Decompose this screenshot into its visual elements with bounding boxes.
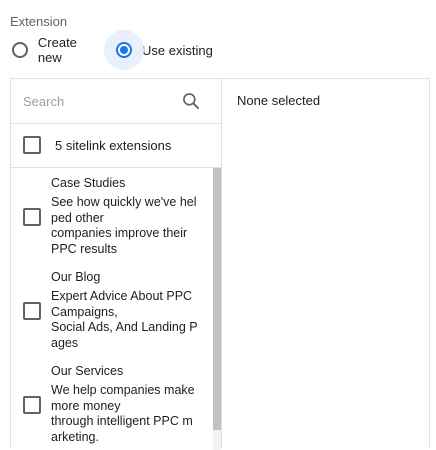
list-item[interactable]: Case Studies See how quickly we've hel p… bbox=[11, 168, 221, 262]
extension-label: Extension bbox=[10, 14, 68, 29]
select-all-row[interactable]: 5 sitelink extensions bbox=[11, 123, 221, 168]
list-item-description: See how quickly we've hel ped other comp… bbox=[51, 195, 197, 256]
list-item-title: Case Studies bbox=[51, 176, 126, 190]
list-item-description: We help companies make more money throug… bbox=[51, 383, 195, 444]
list-item[interactable]: Our Services We help companies make more… bbox=[11, 356, 221, 450]
radio-use-existing-control[interactable] bbox=[104, 30, 144, 70]
sitelink-picker-panel: 5 sitelink extensions Case Studies See h… bbox=[10, 78, 430, 450]
list-item-title: Our Blog bbox=[51, 270, 101, 284]
scrollbar-thumb[interactable] bbox=[213, 168, 221, 430]
select-all-label: 5 sitelink extensions bbox=[55, 137, 172, 153]
radio-create-new-control[interactable] bbox=[10, 40, 30, 60]
radio-use-existing-label: Use existing bbox=[142, 42, 213, 58]
list-item-description: Expert Advice About PPC Campaigns, Socia… bbox=[51, 289, 198, 350]
list-item-checkbox[interactable] bbox=[23, 302, 41, 320]
search-input[interactable] bbox=[23, 91, 173, 111]
list-item-checkbox[interactable] bbox=[23, 396, 41, 414]
radio-create-new-label: Create new bbox=[37, 35, 77, 65]
selected-list-column: None selected bbox=[222, 79, 429, 449]
sitelink-list: Case Studies See how quickly we've hel p… bbox=[11, 168, 221, 450]
extension-mode-radio-group: Create new Use existing bbox=[10, 30, 213, 70]
radio-use-existing[interactable]: Use existing bbox=[104, 30, 213, 70]
radio-checked-icon bbox=[116, 42, 132, 58]
selection-status: None selected bbox=[237, 93, 321, 108]
list-item-checkbox[interactable] bbox=[23, 208, 41, 226]
list-item[interactable]: Our Blog Expert Advice About PPC Campaig… bbox=[11, 262, 221, 356]
search-icon[interactable] bbox=[181, 91, 201, 111]
available-list-column: 5 sitelink extensions Case Studies See h… bbox=[11, 79, 222, 450]
select-all-checkbox[interactable] bbox=[23, 136, 41, 154]
search-bar bbox=[11, 79, 221, 124]
radio-create-new[interactable]: Create new bbox=[10, 35, 104, 65]
list-scrollbar[interactable] bbox=[213, 168, 221, 450]
radio-dot-icon bbox=[120, 46, 128, 54]
list-item-title: Our Services bbox=[51, 364, 124, 378]
radio-unchecked-icon bbox=[11, 42, 28, 58]
